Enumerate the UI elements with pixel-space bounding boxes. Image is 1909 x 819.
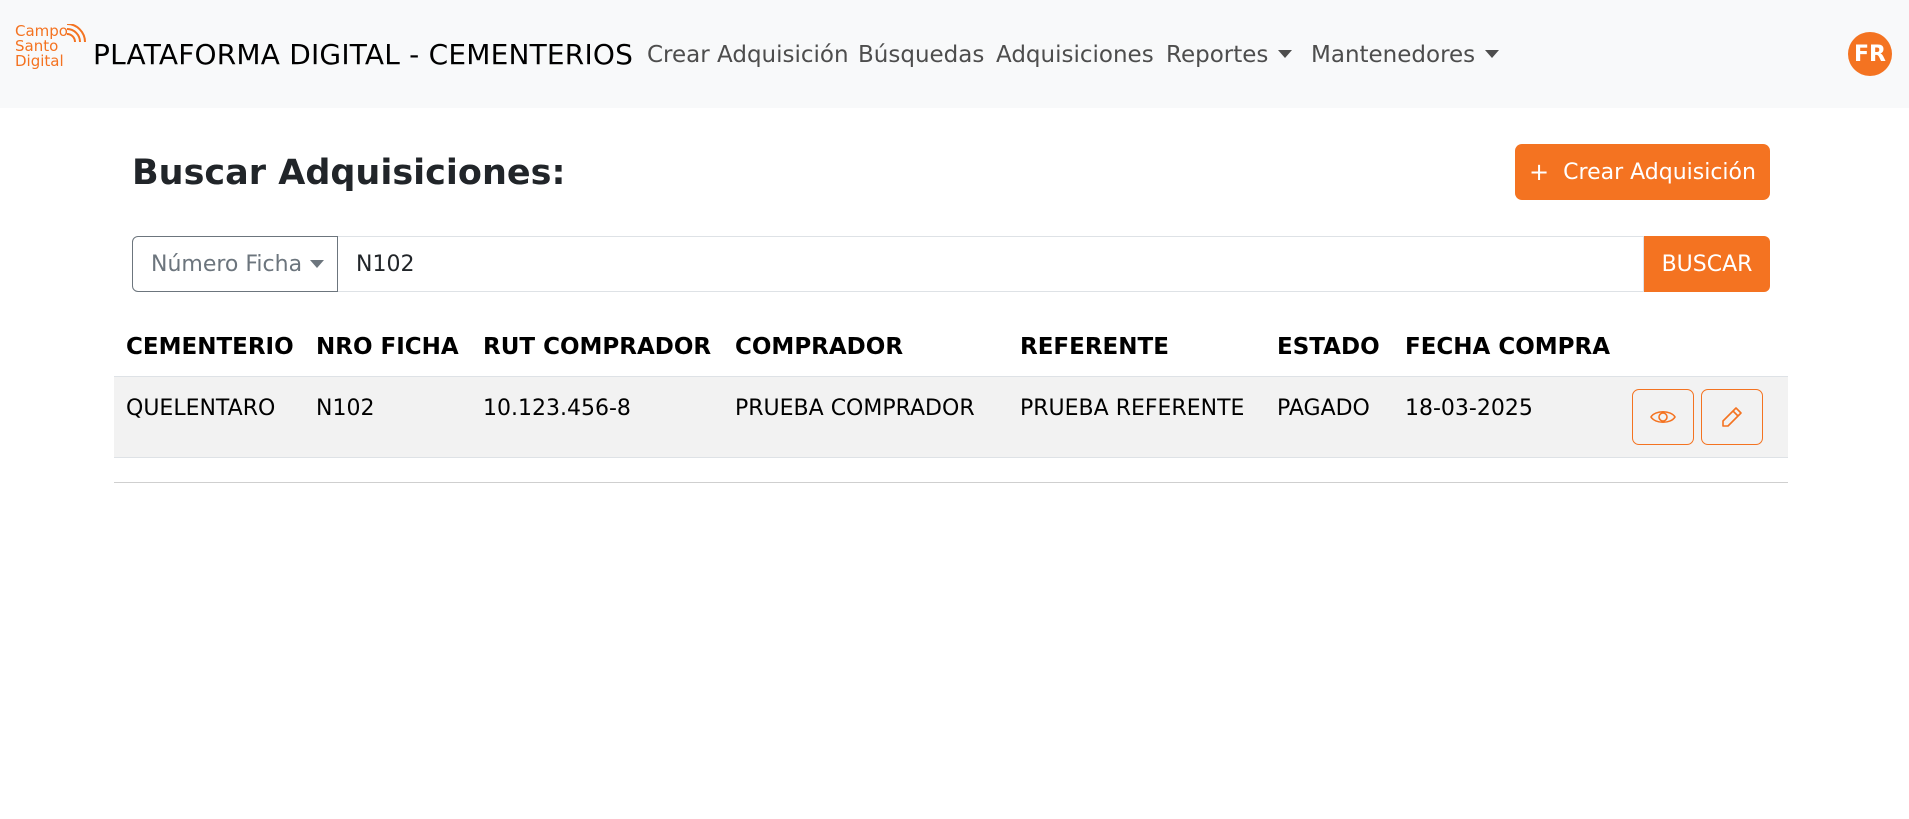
cell-cementerio: QUELENTARO xyxy=(126,396,276,421)
column-header-rut-comprador: RUT COMPRADOR xyxy=(483,334,712,360)
nav-label: Adquisiciones xyxy=(996,42,1154,68)
nav-label: Búsquedas xyxy=(858,42,985,68)
crear-adquisicion-button-label: Crear Adquisición xyxy=(1563,159,1756,185)
view-button[interactable] xyxy=(1632,389,1694,445)
search-filter-value: Número Ficha xyxy=(151,251,303,277)
nav-label: Mantenedores xyxy=(1311,42,1476,68)
cell-comprador: PRUEBA COMPRADOR xyxy=(735,396,975,421)
column-header-fecha-compra: FECHA COMPRA xyxy=(1405,334,1611,360)
nav-mantenedores-dropdown[interactable]: Mantenedores xyxy=(1311,41,1500,69)
cell-fecha-compra: 18-03-2025 xyxy=(1405,396,1533,421)
table-bottom-divider xyxy=(114,482,1788,483)
crear-adquisicion-button[interactable]: + Crear Adquisición xyxy=(1515,144,1770,200)
caret-down-icon xyxy=(1278,50,1293,58)
column-header-referente: REFERENTE xyxy=(1020,334,1169,360)
nav-busquedas[interactable]: Búsquedas xyxy=(858,41,984,69)
signal-icon xyxy=(66,24,86,43)
cell-estado: PAGADO xyxy=(1277,396,1370,421)
column-header-nro-ficha: NRO FICHA xyxy=(316,334,459,360)
caret-down-icon xyxy=(310,260,325,268)
table-row: QUELENTARO N102 10.123.456-8 PRUEBA COMP… xyxy=(114,377,1788,458)
cell-nro-ficha: N102 xyxy=(316,396,375,421)
cell-rut-comprador: 10.123.456-8 xyxy=(483,396,631,421)
top-navbar: Campo Santo Digital PLATAFORMA DIGITAL -… xyxy=(0,0,1909,108)
buscar-button[interactable]: BUSCAR xyxy=(1644,236,1770,292)
search-filter-select[interactable]: Número Ficha xyxy=(132,236,338,292)
column-header-cementerio: CEMENTERIO xyxy=(126,334,294,360)
nav-crear-adquisicion[interactable]: Crear Adquisición xyxy=(647,41,849,69)
logo-line-3: Digital xyxy=(15,52,64,70)
search-input[interactable] xyxy=(338,236,1644,292)
page-title: Buscar Adquisiciones: xyxy=(132,153,566,193)
eye-icon xyxy=(1650,410,1676,424)
user-avatar[interactable]: FR xyxy=(1848,32,1892,76)
campo-santo-logo[interactable]: Campo Santo Digital xyxy=(15,24,87,82)
caret-down-icon xyxy=(1485,50,1500,58)
column-header-estado: ESTADO xyxy=(1277,334,1380,360)
app-title[interactable]: PLATAFORMA DIGITAL - CEMENTERIOS xyxy=(93,38,633,72)
search-bar: Número Ficha BUSCAR xyxy=(132,236,1770,292)
column-header-comprador: COMPRADOR xyxy=(735,334,904,360)
nav-label: Crear Adquisición xyxy=(647,42,849,68)
nav-label: Reportes xyxy=(1166,42,1269,68)
pencil-icon xyxy=(1722,407,1742,427)
cell-referente: PRUEBA REFERENTE xyxy=(1020,396,1245,421)
nav-reportes-dropdown[interactable]: Reportes xyxy=(1166,41,1293,69)
nav-adquisiciones[interactable]: Adquisiciones xyxy=(996,41,1154,69)
edit-button[interactable] xyxy=(1701,389,1763,445)
plus-icon: + xyxy=(1529,158,1550,186)
